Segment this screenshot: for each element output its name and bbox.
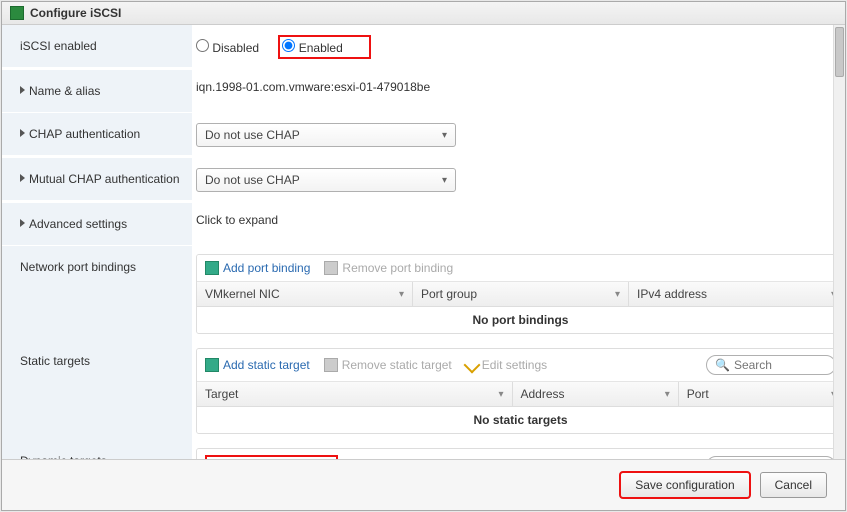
enabled-highlight: Enabled — [278, 35, 370, 59]
dialog-title: Configure iSCSI — [30, 6, 121, 20]
remove-icon — [324, 358, 338, 372]
add-icon — [205, 261, 219, 275]
chap-auth-select[interactable]: Do not use CHAP▾ — [196, 123, 456, 147]
chevron-down-icon: ▾ — [442, 130, 447, 141]
chevron-down-icon: ▾ — [399, 289, 404, 300]
scrollbar-thumb[interactable] — [835, 27, 844, 77]
expander-icon — [20, 174, 25, 182]
expander-icon — [20, 219, 25, 227]
dialog-titlebar: Configure iSCSI — [2, 2, 845, 25]
label-mutual-chap[interactable]: Mutual CHAP authentication — [2, 158, 192, 200]
search-icon: 🔍 — [715, 358, 730, 372]
chevron-down-icon: ▾ — [615, 289, 620, 300]
header-port-group[interactable]: Port group▾ — [413, 282, 629, 306]
static-search-box[interactable]: 🔍 — [706, 355, 836, 375]
edit-static-target-button[interactable]: Edit settings — [466, 358, 547, 372]
label-advanced[interactable]: Advanced settings — [2, 203, 192, 245]
header-ipv4[interactable]: IPv4 address▾ — [629, 282, 844, 306]
label-name-alias[interactable]: Name & alias — [2, 70, 192, 112]
port-bindings-panel: Add port binding Remove port binding VMk… — [196, 254, 845, 334]
advanced-value[interactable]: Click to expand — [192, 203, 845, 237]
add-icon — [205, 358, 219, 372]
radio-enabled-label[interactable]: Enabled — [282, 41, 342, 55]
label-chap-auth[interactable]: CHAP authentication — [2, 113, 192, 155]
header-port[interactable]: Port▾ — [679, 382, 844, 406]
save-configuration-button[interactable]: Save configuration — [620, 472, 749, 498]
name-alias-value: iqn.1998-01.com.vmware:esxi-01-479018be — [192, 70, 845, 104]
label-port-bindings: Network port bindings — [2, 246, 192, 340]
label-dynamic-targets: Dynamic targets — [2, 440, 192, 459]
add-port-binding-button[interactable]: Add port binding — [205, 261, 310, 275]
chevron-down-icon: ▾ — [498, 389, 503, 400]
header-target[interactable]: Target▾ — [197, 382, 513, 406]
static-targets-panel: Add static target Remove static target E… — [196, 348, 845, 434]
radio-disabled-label[interactable]: Disabled — [196, 41, 259, 55]
remove-static-target-button[interactable]: Remove static target — [324, 358, 452, 372]
configure-iscsi-dialog: Configure iSCSI iSCSI enabled Disabled E… — [1, 1, 846, 511]
label-iscsi-enabled: iSCSI enabled — [2, 25, 192, 67]
edit-icon — [509, 458, 526, 459]
radio-disabled[interactable] — [196, 39, 209, 52]
static-targets-empty: No static targets — [197, 407, 844, 433]
remove-port-binding-button[interactable]: Remove port binding — [324, 261, 453, 275]
header-address[interactable]: Address▾ — [513, 382, 679, 406]
mutual-chap-select[interactable]: Do not use CHAP▾ — [196, 168, 456, 192]
chevron-down-icon: ▾ — [665, 389, 670, 400]
iscsi-icon — [10, 6, 24, 20]
cancel-button[interactable]: Cancel — [760, 472, 827, 498]
add-dynamic-highlight: Add dynamic target — [205, 455, 338, 459]
static-search-input[interactable] — [734, 358, 824, 372]
iscsi-enabled-radios: Disabled Enabled — [192, 25, 845, 69]
edit-icon — [463, 357, 480, 374]
vertical-scrollbar[interactable] — [833, 25, 845, 459]
expander-icon — [20, 129, 25, 137]
add-static-target-button[interactable]: Add static target — [205, 358, 310, 372]
radio-enabled[interactable] — [282, 39, 295, 52]
header-vmk-nic[interactable]: VMkernel NIC▾ — [197, 282, 413, 306]
chevron-down-icon: ▾ — [442, 175, 447, 186]
dialog-content: iSCSI enabled Disabled Enabled Name & al… — [2, 25, 845, 459]
dialog-footer: Save configuration Cancel — [2, 459, 845, 510]
label-static-targets: Static targets — [2, 340, 192, 440]
dynamic-search-box[interactable]: 🔍 — [706, 456, 836, 459]
remove-icon — [324, 261, 338, 275]
expander-icon — [20, 86, 25, 94]
dynamic-targets-panel: Add dynamic target Remove dynamic target… — [196, 448, 845, 459]
port-bindings-empty: No port bindings — [197, 307, 844, 333]
